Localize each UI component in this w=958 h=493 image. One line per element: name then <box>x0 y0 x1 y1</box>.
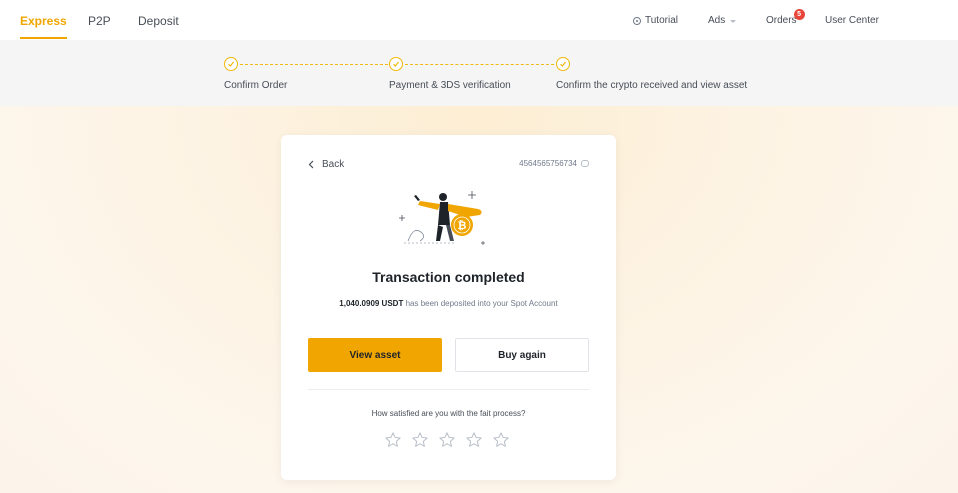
page-title: Transaction completed <box>372 269 525 285</box>
back-button[interactable]: Back <box>308 159 344 170</box>
top-navigation: Express P2P Deposit Tutorial Ads Orders … <box>0 0 958 40</box>
ads-menu[interactable]: Ads <box>708 15 737 27</box>
star-icon[interactable] <box>465 431 483 449</box>
success-illustration: ₿ <box>399 191 485 245</box>
tutorial-label: Tutorial <box>645 15 678 26</box>
star-icon[interactable] <box>411 431 429 449</box>
caret-down-icon <box>730 19 737 23</box>
clock-icon <box>633 17 641 25</box>
step-label-confirm-order: Confirm Order <box>224 80 288 91</box>
back-label: Back <box>322 159 345 170</box>
transaction-card: Back 4564565756734 ₿ Transaction complet… <box>281 135 616 480</box>
orders-badge: 5 <box>793 9 805 20</box>
rating-stars <box>384 431 510 449</box>
deposit-text: has been deposited into your Spot Accoun… <box>403 299 558 308</box>
chevron-left-icon <box>308 160 314 169</box>
star-icon[interactable] <box>384 431 402 449</box>
rating-question: How satisfied are you with the fait proc… <box>371 409 526 418</box>
buy-again-button[interactable]: Buy again <box>455 338 589 372</box>
step-connector <box>240 64 388 65</box>
tab-p2p[interactable]: P2P <box>88 14 111 28</box>
user-center-label: User Center <box>825 15 879 26</box>
check-circle-icon <box>224 57 238 71</box>
deposit-amount: 1,040.0909 USDT <box>339 299 404 308</box>
step-label-confirm-crypto: Confirm the crypto received and view ass… <box>556 80 748 91</box>
tab-express[interactable]: Express <box>20 14 67 39</box>
star-icon[interactable] <box>438 431 456 449</box>
divider <box>308 389 589 390</box>
tutorial-link[interactable]: Tutorial <box>633 15 678 27</box>
view-asset-button[interactable]: View asset <box>308 338 442 372</box>
step-label-payment: Payment & 3DS verification <box>389 80 511 91</box>
copy-icon[interactable] <box>581 160 589 167</box>
check-circle-icon <box>389 57 403 71</box>
tab-deposit[interactable]: Deposit <box>138 14 179 28</box>
orders-link[interactable]: Orders 5 <box>766 9 805 27</box>
orders-label: Orders <box>766 15 797 26</box>
order-id-value: 4564565756734 <box>519 159 577 168</box>
user-center-link[interactable]: User Center <box>825 15 879 27</box>
orders-label-wrap: Orders 5 <box>766 9 805 27</box>
check-circle-icon <box>556 57 570 71</box>
ads-label: Ads <box>708 15 726 26</box>
progress-stepper: Confirm Order Payment & 3DS verification… <box>0 40 958 106</box>
svg-text:₿: ₿ <box>458 220 467 232</box>
deposit-message: 1,040.0909 USDT has been deposited into … <box>281 299 616 308</box>
step-connector <box>405 64 554 65</box>
star-icon[interactable] <box>492 431 510 449</box>
order-id: 4564565756734 <box>519 159 589 168</box>
